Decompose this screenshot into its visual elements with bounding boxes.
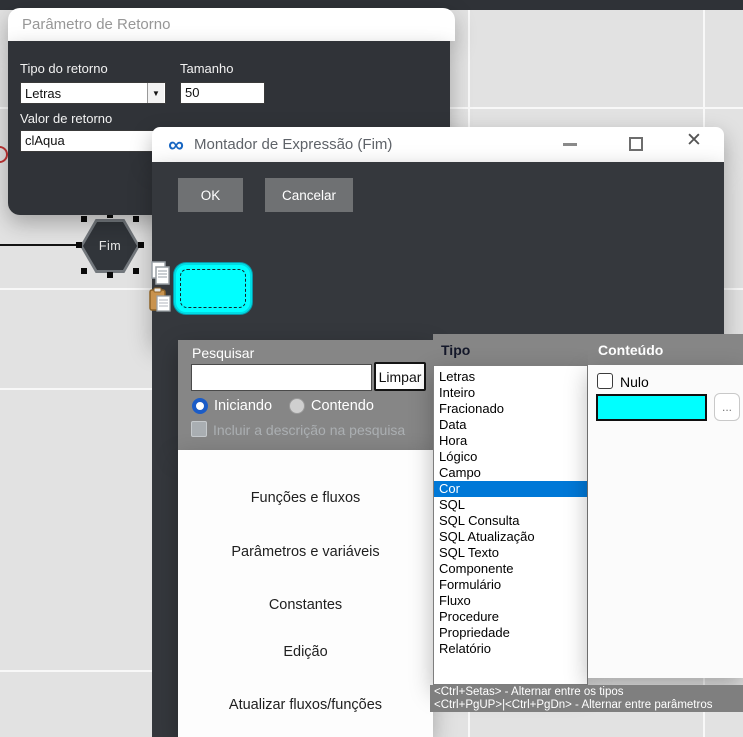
content-panel: Nulo ... xyxy=(588,365,743,678)
return-type-label: Tipo do retorno xyxy=(20,61,108,76)
type-list-item[interactable]: Propriedade xyxy=(434,625,587,641)
expression-window-title: Montador de Expressão (Fim) xyxy=(194,136,392,153)
type-list-item[interactable]: Relatório xyxy=(434,641,587,657)
size-input[interactable]: 50 xyxy=(180,82,265,104)
selection-handle[interactable] xyxy=(81,268,87,274)
type-list-item[interactable]: Fluxo xyxy=(434,593,587,609)
size-label: Tamanho xyxy=(180,61,233,76)
screen: Fim Parâmetro de Retorno Tipo do retorno… xyxy=(0,0,743,737)
shortcut-status-bar: <Ctrl+Setas> - Alternar entre os tipos <… xyxy=(430,685,743,712)
status-line-1: <Ctrl+Setas> - Alternar entre os tipos xyxy=(434,686,743,699)
type-list-item[interactable]: Campo xyxy=(434,465,587,481)
clear-search-button[interactable]: Limpar xyxy=(374,362,426,391)
nav-atualizar-fluxos[interactable]: Atualizar fluxos/funções xyxy=(178,697,433,713)
category-nav-panel: Funções e fluxos Parâmetros e variáveis … xyxy=(178,450,433,737)
cancel-button[interactable]: Cancelar xyxy=(265,178,353,212)
type-list-item[interactable]: Fracionado xyxy=(434,401,587,417)
color-value-swatch[interactable] xyxy=(596,394,707,421)
close-icon[interactable]: ✕ xyxy=(686,131,702,150)
flow-connector-line xyxy=(0,244,80,246)
return-param-panel-titlebar[interactable]: Parâmetro de Retorno xyxy=(8,8,455,41)
selection-handle[interactable] xyxy=(133,268,139,274)
radio-containing[interactable] xyxy=(289,398,305,414)
selection-handle[interactable] xyxy=(76,242,82,248)
type-list-item[interactable]: SQL Consulta xyxy=(434,513,587,529)
search-label: Pesquisar xyxy=(192,345,254,361)
return-type-dropdown[interactable]: Letras ▼ xyxy=(20,82,166,104)
selection-handle[interactable] xyxy=(107,272,113,278)
radio-containing-label: Contendo xyxy=(311,398,374,414)
type-listbox[interactable]: LetrasInteiroFracionadoDataHoraLógicoCam… xyxy=(433,365,588,685)
content-column-header: Conteúdo xyxy=(588,334,743,365)
type-list-item[interactable]: Formulário xyxy=(434,577,587,593)
color-picker-button[interactable]: ... xyxy=(714,393,740,421)
minimize-button[interactable] xyxy=(563,143,577,146)
null-label: Nulo xyxy=(620,374,649,390)
type-list-item[interactable]: SQL xyxy=(434,497,587,513)
type-column-header: Tipo xyxy=(433,334,588,365)
focus-marquee xyxy=(180,269,246,308)
null-checkbox[interactable] xyxy=(597,373,613,389)
include-description-label: Incluir a descrição na pesquisa xyxy=(213,422,405,438)
type-list-item[interactable]: Inteiro xyxy=(434,385,587,401)
expression-value-box[interactable] xyxy=(174,263,252,314)
type-list-item[interactable]: Lógico xyxy=(434,449,587,465)
search-input[interactable] xyxy=(191,364,372,391)
status-line-2: <Ctrl+PgUP>|<Ctrl+PgDn> - Alternar entre… xyxy=(434,699,743,712)
paste-icon[interactable] xyxy=(148,287,173,318)
selection-handle[interactable] xyxy=(138,242,144,248)
type-list-item[interactable]: SQL Atualização xyxy=(434,529,587,545)
return-value-label: Valor de retorno xyxy=(20,111,112,126)
maximize-button[interactable] xyxy=(629,137,643,151)
nav-funcoes-e-fluxos[interactable]: Funções e fluxos xyxy=(178,490,433,506)
red-connection-port[interactable] xyxy=(0,146,8,163)
ok-button[interactable]: OK xyxy=(178,178,243,212)
expression-window-left-edge xyxy=(152,332,178,737)
nav-constantes[interactable]: Constantes xyxy=(178,597,433,613)
type-list-item[interactable]: Data xyxy=(434,417,587,433)
nav-parametros-e-variaveis[interactable]: Parâmetros e variáveis xyxy=(178,544,433,560)
type-list-item[interactable]: Procedure xyxy=(434,609,587,625)
selection-handle[interactable] xyxy=(133,216,139,222)
radio-starting[interactable] xyxy=(192,398,208,414)
search-panel: Pesquisar Limpar Iniciando Contendo Incl… xyxy=(178,340,433,450)
type-list-item[interactable]: Componente xyxy=(434,561,587,577)
nav-edicao[interactable]: Edição xyxy=(178,644,433,660)
include-description-checkbox[interactable] xyxy=(191,421,207,437)
type-list-item[interactable]: Letras xyxy=(434,369,587,385)
chevron-down-icon[interactable]: ▼ xyxy=(147,83,164,103)
maker-logo-icon: ∞ xyxy=(164,138,188,152)
radio-starting-label: Iniciando xyxy=(214,398,272,414)
type-list-item[interactable]: Cor xyxy=(434,481,587,497)
selection-handle[interactable] xyxy=(81,216,87,222)
return-type-value: Letras xyxy=(25,86,147,101)
type-list-item[interactable]: SQL Texto xyxy=(434,545,587,561)
type-list-item[interactable]: Hora xyxy=(434,433,587,449)
